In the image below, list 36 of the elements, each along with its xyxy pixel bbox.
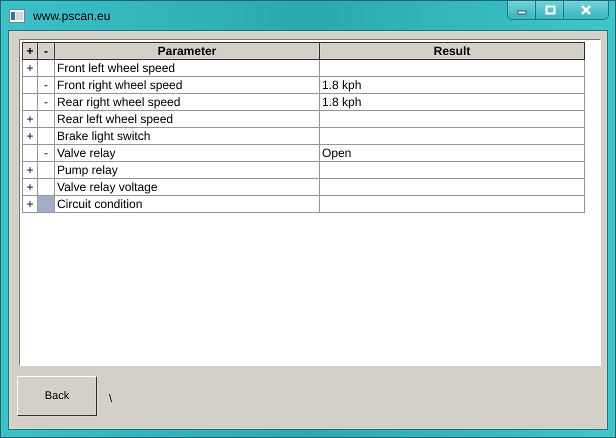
minimize-button[interactable] — [508, 1, 536, 19]
expand-cell: + — [22, 110, 38, 128]
collapse-cell: - — [38, 76, 54, 94]
collapse-cell: - — [38, 94, 54, 110]
column-header[interactable]: Parameter — [54, 42, 320, 60]
parameter-cell: Front right wheel speed — [54, 76, 320, 94]
back-button[interactable]: Back — [17, 376, 97, 416]
expand-cell: + — [22, 162, 38, 178]
result-cell: 1.8 kph — [320, 76, 584, 94]
status-text: \ — [109, 393, 112, 405]
expand-cell — [22, 94, 38, 110]
column-header[interactable]: Result — [320, 42, 584, 60]
expand-cell: + — [22, 60, 38, 76]
expand-cell — [22, 144, 38, 162]
maximize-icon — [544, 5, 556, 15]
result-cell: Open — [320, 144, 584, 162]
collapse-cell: - — [38, 144, 54, 162]
parameter-cell: Pump relay — [54, 162, 320, 178]
parameter-cell: Brake light switch — [54, 128, 320, 144]
parameter-cell: Front left wheel speed — [54, 60, 320, 76]
parameter-cell: Circuit condition — [54, 196, 320, 212]
expand-cell: + — [22, 178, 38, 196]
maximize-button[interactable] — [536, 1, 564, 19]
expand-cell — [22, 76, 38, 94]
close-icon — [580, 5, 592, 15]
result-cell: 1.8 kph — [320, 94, 584, 110]
column-header[interactable]: + — [22, 42, 38, 60]
close-button[interactable] — [564, 1, 608, 19]
parameter-cell: Rear right wheel speed — [54, 94, 320, 110]
column-header[interactable]: - — [38, 42, 54, 60]
expand-cell: + — [22, 128, 38, 144]
parameter-cell: Valve relay — [54, 144, 320, 162]
parameter-cell: Rear left wheel speed — [54, 110, 320, 128]
window-title: www.pscan.eu — [33, 8, 112, 22]
parameter-cell: Valve relay voltage — [54, 178, 320, 196]
window-icon — [9, 8, 25, 22]
